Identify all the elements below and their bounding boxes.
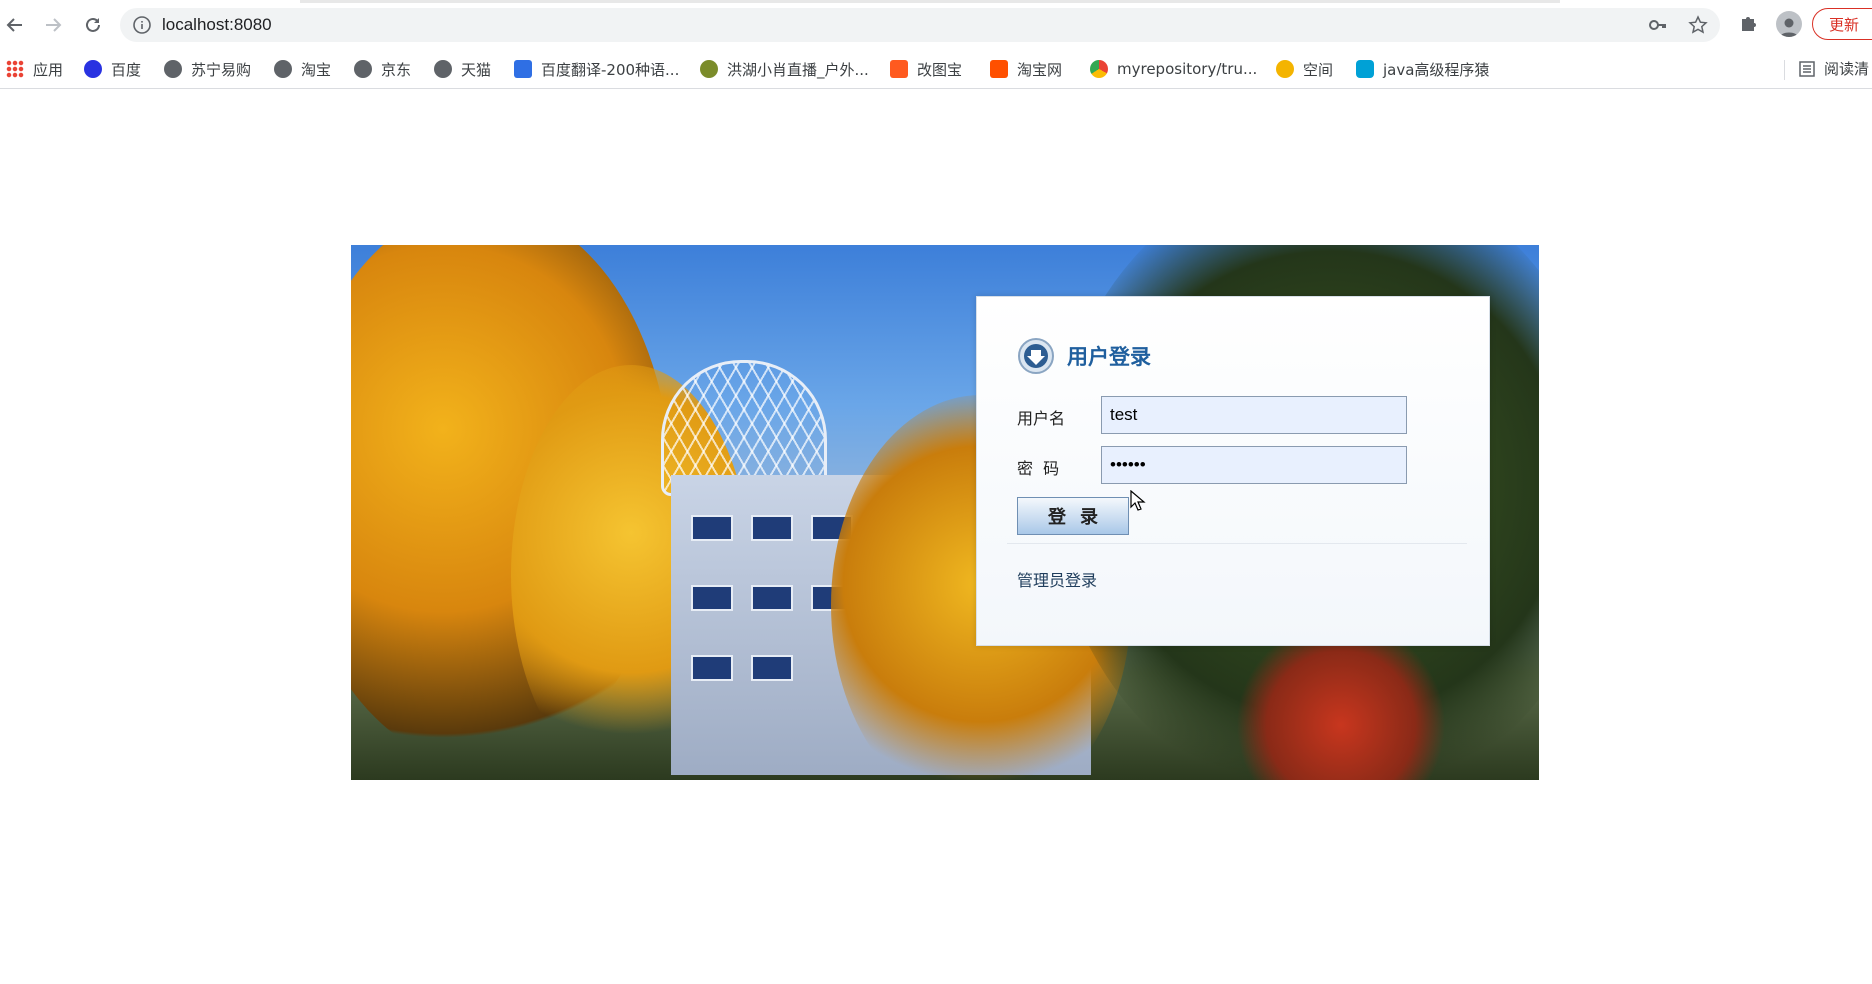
bookmark-label: 淘宝网: [1017, 60, 1063, 79]
bookmark-label: 改图宝: [917, 60, 963, 79]
globe-icon: [164, 60, 182, 78]
bookmark-suning[interactable]: 苏宁易购: [164, 58, 251, 80]
apps-grid-icon: [6, 60, 24, 78]
bookmarks-separator: [1784, 60, 1785, 80]
building-window: [691, 515, 733, 541]
bilibili-icon: [1356, 60, 1374, 78]
reload-icon: [86, 17, 100, 32]
bookmark-taobao-net[interactable]: 淘宝网: [990, 58, 1062, 80]
puzzle-icon[interactable]: [1738, 12, 1760, 38]
download-arrow-icon: [1018, 338, 1054, 374]
taobao-icon: [990, 60, 1008, 78]
forward-button[interactable]: [38, 10, 68, 40]
key-icon[interactable]: [1648, 15, 1668, 39]
reading-list-label: 阅读清: [1824, 60, 1870, 78]
bookmarks-bar: 应用 百度 苏宁易购 淘宝 京东 天猫 百度翻译-200种语... 洪湖小肖直播…: [0, 50, 1872, 89]
chrome-icon: [1090, 60, 1108, 78]
gaitubao-icon: [890, 60, 908, 78]
globe-icon: [434, 60, 452, 78]
bookmark-tmall[interactable]: 天猫: [434, 58, 491, 80]
person-icon: [1780, 18, 1798, 37]
building-window: [751, 655, 793, 681]
username-label: 用户名: [1017, 409, 1066, 428]
password-input[interactable]: [1101, 446, 1407, 484]
bookmark-qzone[interactable]: 空间: [1276, 58, 1333, 80]
admin-login-link[interactable]: 管理员登录: [1017, 567, 1097, 591]
bookmark-gaitubao[interactable]: 改图宝: [890, 58, 962, 80]
bookmark-java[interactable]: java高级程序猿: [1356, 58, 1489, 80]
bookmark-label: 空间: [1303, 60, 1334, 79]
bookmark-label: 应用: [33, 60, 64, 79]
bookmark-label: 百度翻译-200种语...: [541, 60, 680, 79]
bookmark-label: 洪湖小肖直播_户外...: [727, 60, 869, 79]
login-title: 用户登录: [1017, 337, 1151, 375]
globe-icon: [274, 60, 292, 78]
address-bar[interactable]: localhost:8080: [120, 8, 1720, 42]
star-icon[interactable]: [1688, 15, 1708, 39]
bookmark-apps[interactable]: 应用: [6, 58, 63, 80]
tab-strip-line: [300, 0, 1560, 3]
bird-icon: [700, 60, 718, 78]
login-panel: 用户登录 用户名 密 码 登录 管理员登录: [976, 296, 1490, 646]
url-text[interactable]: localhost:8080: [162, 15, 272, 35]
bookmark-label: myrepository/tru...: [1117, 60, 1258, 78]
bookmark-label: 京东: [381, 60, 412, 79]
bookmark-label: 苏宁易购: [191, 60, 252, 79]
bookmark-label: 百度: [111, 60, 142, 79]
bookmark-baidu[interactable]: 百度: [84, 58, 141, 80]
qzone-icon: [1276, 60, 1294, 78]
login-button[interactable]: 登录: [1017, 497, 1129, 535]
update-button[interactable]: 更新: [1812, 8, 1872, 40]
bookmark-baidu-translate[interactable]: 百度翻译-200种语...: [514, 58, 679, 80]
reload-button[interactable]: [78, 10, 108, 40]
bookmark-label: java高级程序猿: [1383, 60, 1490, 79]
bookmark-myrepository[interactable]: myrepository/tru...: [1090, 58, 1257, 80]
building-window: [691, 655, 733, 681]
back-button[interactable]: [0, 10, 30, 40]
building-window: [691, 585, 733, 611]
bookmark-honghu-live[interactable]: 洪湖小肖直播_户外...: [700, 58, 869, 80]
bookmark-taobao[interactable]: 淘宝: [274, 58, 331, 80]
bookmark-label: 淘宝: [301, 60, 332, 79]
bookmark-label: 天猫: [461, 60, 492, 79]
profile-avatar[interactable]: [1776, 11, 1802, 37]
globe-icon: [354, 60, 372, 78]
arrow-right-icon: [46, 18, 62, 32]
baidu-paw-icon: [84, 60, 102, 78]
mouse-cursor-icon: [1130, 490, 1146, 511]
panel-divider: [1007, 543, 1467, 544]
login-title-text: 用户登录: [1067, 345, 1151, 369]
reading-list-icon: [1799, 60, 1815, 77]
building-window: [751, 515, 793, 541]
reading-list-button[interactable]: 阅读清: [1798, 58, 1869, 79]
bookmark-jd[interactable]: 京东: [354, 58, 411, 80]
username-input[interactable]: [1101, 396, 1407, 434]
building-window: [751, 585, 793, 611]
translate-icon: [514, 60, 532, 78]
password-label: 密 码: [1017, 459, 1060, 478]
arrow-left-icon: [6, 18, 22, 32]
info-icon[interactable]: [132, 15, 152, 39]
browser-toolbar: localhost:8080 更新: [0, 0, 1872, 50]
